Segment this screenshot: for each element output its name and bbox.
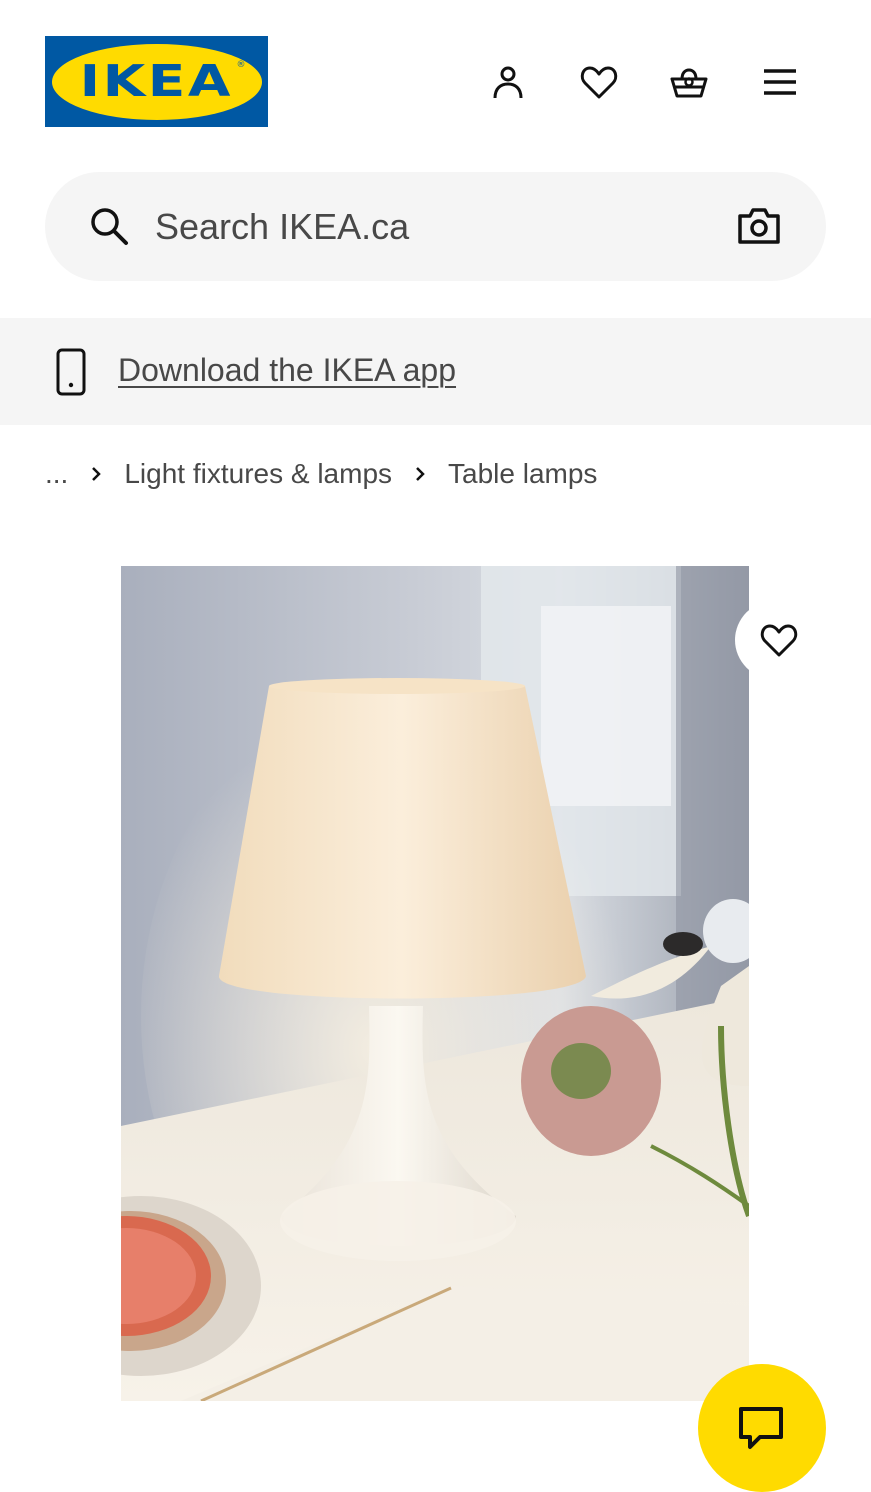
breadcrumb-ellipsis[interactable]: ...	[45, 458, 68, 490]
chevron-right-icon	[92, 467, 102, 481]
menu-icon	[764, 69, 796, 95]
search-bar[interactable]: Search IKEA.ca	[45, 172, 826, 281]
download-app-link[interactable]: Download the IKEA app	[118, 348, 456, 392]
product-image[interactable]	[121, 566, 749, 1401]
breadcrumb: ... Light fixtures & lamps Table lamps	[45, 454, 597, 494]
basket-icon	[670, 68, 708, 98]
phone-icon	[56, 348, 86, 396]
site-header: IKEA ®	[0, 0, 871, 160]
app-download-banner: Download the IKEA app	[0, 318, 871, 425]
chat-button[interactable]	[698, 1364, 826, 1492]
chevron-right-icon	[416, 467, 425, 481]
account-icon	[493, 66, 523, 99]
menu-button[interactable]	[758, 60, 802, 104]
breadcrumb-table-lamps[interactable]: Table lamps	[448, 458, 597, 490]
search-input[interactable]: Search IKEA.ca	[155, 202, 409, 252]
chat-icon	[739, 1407, 783, 1449]
heart-icon	[760, 624, 798, 657]
logo-oval: IKEA ®	[51, 43, 262, 120]
product-favorite-button[interactable]	[735, 601, 825, 679]
registered-mark: ®	[236, 59, 246, 70]
favorites-button[interactable]	[577, 60, 621, 104]
search-icon[interactable]	[87, 204, 131, 248]
logo-text: IKEA	[79, 56, 234, 107]
camera-icon[interactable]	[737, 206, 781, 246]
ikea-logo[interactable]: IKEA ®	[45, 36, 268, 127]
breadcrumb-light-fixtures[interactable]: Light fixtures & lamps	[124, 458, 392, 490]
heart-icon	[580, 66, 618, 99]
table-lamp-photo	[121, 566, 749, 1401]
account-button[interactable]	[486, 60, 530, 104]
basket-button[interactable]	[667, 60, 711, 104]
